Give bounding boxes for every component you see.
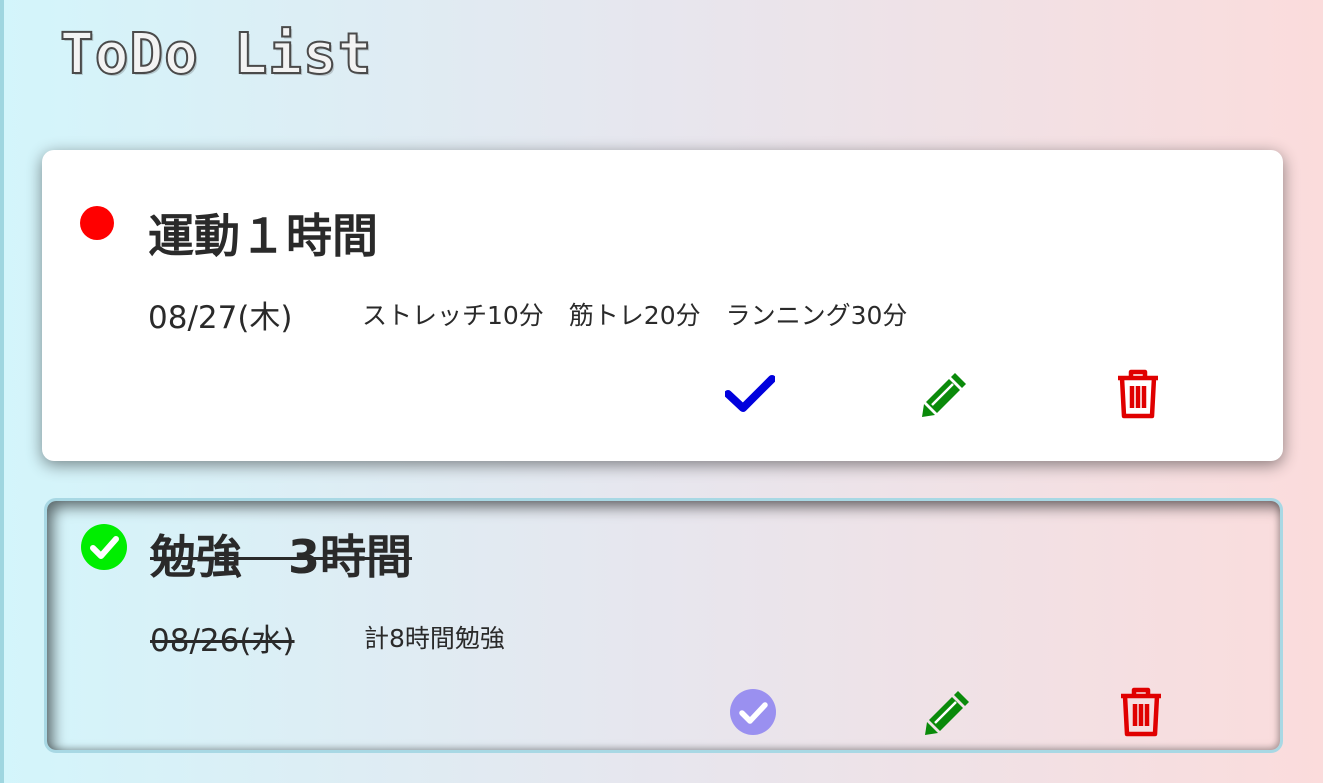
todo-note: ストレッチ10分 筋トレ20分 ランニング30分 [362, 301, 908, 330]
complete-button[interactable] [722, 366, 778, 422]
edit-button[interactable] [920, 684, 976, 740]
edit-button[interactable] [917, 366, 973, 422]
trash-icon [1121, 687, 1161, 737]
delete-button[interactable] [1110, 366, 1166, 422]
app-title: ToDo List [59, 21, 373, 88]
pencil-icon [925, 691, 969, 735]
delete-button[interactable] [1113, 684, 1169, 740]
completed-toggle-button[interactable] [725, 684, 781, 740]
todo-date: 08/27(木) [148, 300, 293, 336]
check-icon [725, 375, 775, 412]
status-pending-dot [80, 206, 114, 240]
todo-date: 08/26(水) [150, 623, 295, 659]
check-circle-icon [730, 689, 776, 735]
pencil-icon [922, 373, 966, 417]
left-edge-border [0, 0, 4, 783]
todo-title: 勉強 3時間 [150, 530, 413, 584]
todo-title: 運動１時間 [148, 209, 378, 263]
todo-card: 運動１時間 08/27(木) ストレッチ10分 筋トレ20分 ランニング30分 [42, 150, 1283, 461]
todo-card-completed: 勉強 3時間 08/26(水) 計8時間勉強 [44, 498, 1283, 753]
status-completed-icon [81, 524, 127, 570]
trash-icon [1118, 369, 1158, 419]
todo-note: 計8時間勉強 [364, 624, 505, 653]
